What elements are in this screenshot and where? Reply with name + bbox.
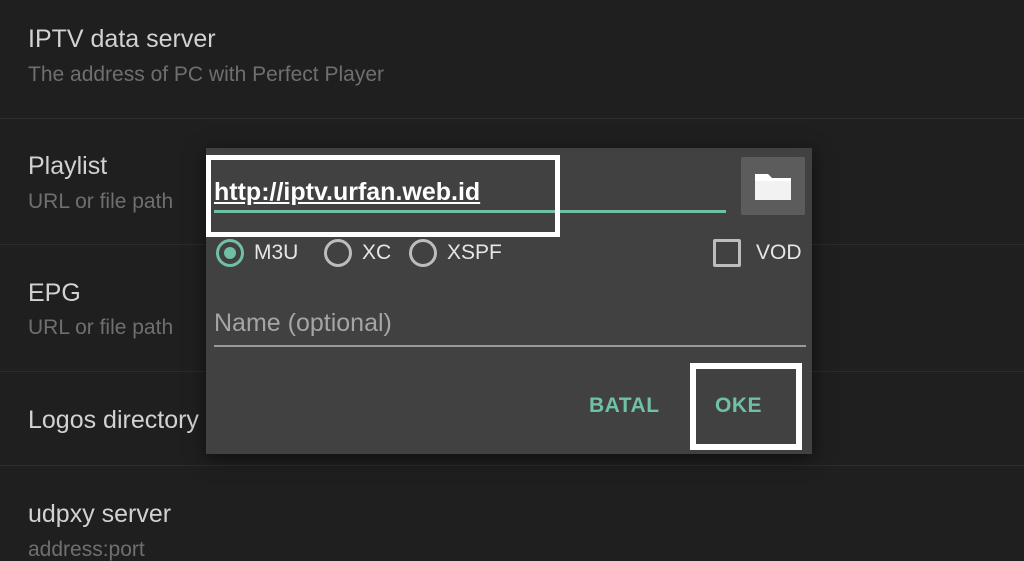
- radio-unchecked-icon: [324, 239, 352, 267]
- radio-unchecked-icon: [409, 239, 437, 267]
- folder-icon: [755, 174, 791, 200]
- cancel-button[interactable]: BATAL: [589, 394, 660, 418]
- setting-title: IPTV data server: [28, 25, 216, 53]
- setting-title: EPG: [28, 279, 81, 307]
- highlight-box-url: [206, 155, 560, 237]
- setting-subtitle: The address of PC with Perfect Player: [28, 63, 384, 86]
- browse-folder-button[interactable]: [741, 157, 805, 215]
- radio-xspf[interactable]: XSPF: [409, 238, 509, 272]
- radio-label: XC: [362, 241, 392, 264]
- radio-xc[interactable]: XC: [324, 238, 399, 272]
- radio-m3u[interactable]: M3U: [216, 238, 311, 272]
- setting-subtitle: address:port: [28, 538, 145, 561]
- radio-label: M3U: [254, 241, 299, 264]
- radio-checked-icon: [216, 239, 244, 267]
- checkbox-unchecked-icon: [713, 239, 741, 267]
- setting-iptv-data-server[interactable]: IPTV data server The address of PC with …: [0, 0, 1024, 119]
- name-field-underline: [214, 345, 806, 347]
- setting-subtitle: URL or file path: [28, 316, 174, 339]
- setting-title: Logos directory: [28, 406, 199, 434]
- vod-label: VOD: [756, 241, 802, 264]
- highlight-box-ok: [690, 363, 802, 450]
- playlist-dialog: http://iptv.urfan.web.id M3U XC XSPF VOD…: [206, 148, 812, 454]
- name-input[interactable]: [214, 303, 806, 343]
- setting-udpxy-server[interactable]: udpxy server address:port: [0, 466, 1024, 561]
- setting-title: Playlist: [28, 152, 108, 180]
- name-field: [214, 303, 806, 347]
- setting-title: udpxy server: [28, 500, 172, 528]
- radio-label: XSPF: [447, 241, 502, 264]
- settings-screen: IPTV data server The address of PC with …: [0, 0, 1024, 561]
- setting-subtitle: URL or file path: [28, 190, 174, 213]
- vod-checkbox[interactable]: VOD: [713, 239, 808, 273]
